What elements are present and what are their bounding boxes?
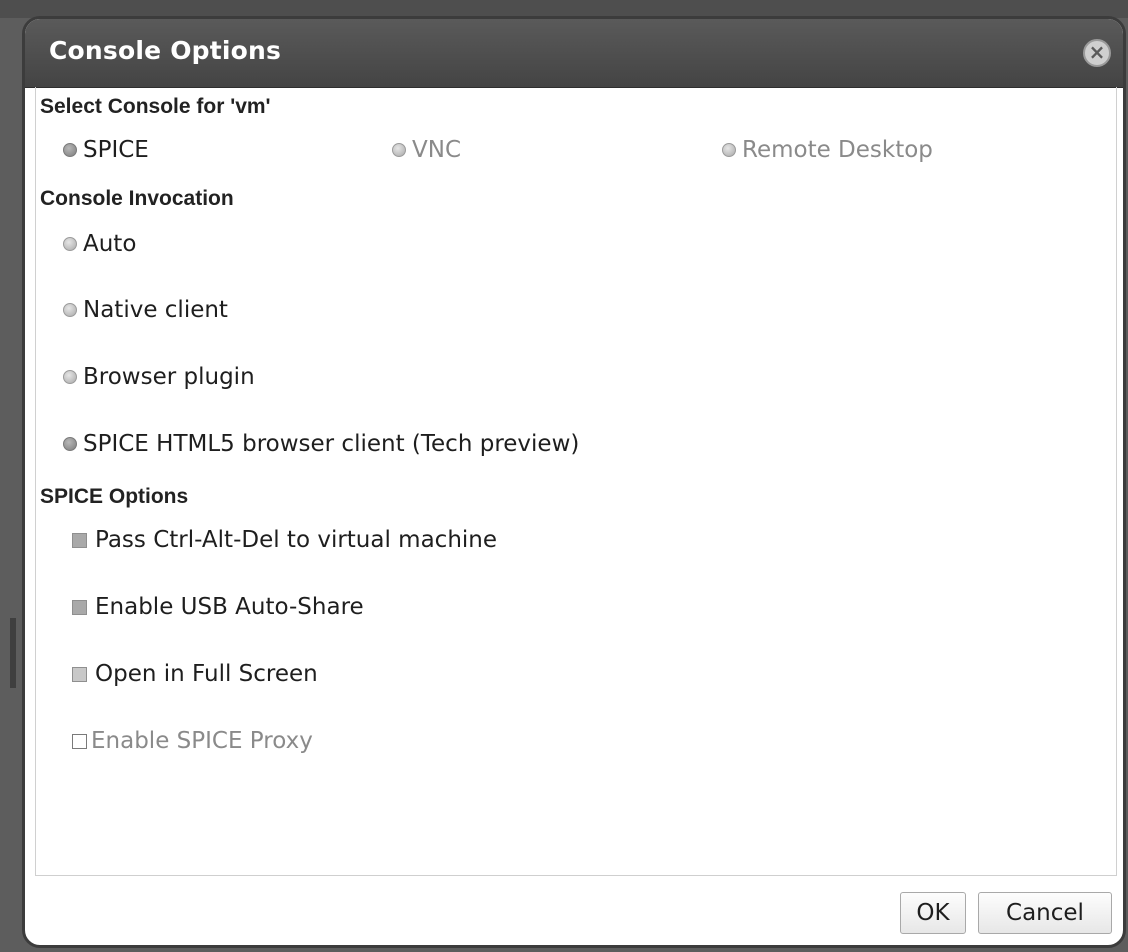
radio-invocation-browser-plugin[interactable]: Browser plugin bbox=[63, 364, 255, 390]
checkbox-enable-usb-auto-share[interactable]: Enable USB Auto-Share bbox=[72, 594, 364, 620]
close-icon[interactable]: × bbox=[1083, 39, 1111, 67]
radio-label: VNC bbox=[412, 137, 461, 163]
select-console-label: Select Console for 'vm' bbox=[40, 95, 271, 118]
radio-invocation-html5[interactable]: SPICE HTML5 browser client (Tech preview… bbox=[63, 431, 579, 457]
radio-console-remote-desktop[interactable]: Remote Desktop bbox=[722, 137, 933, 163]
radio-label: SPICE bbox=[83, 137, 149, 163]
radio-button[interactable] bbox=[63, 237, 77, 251]
radio-button[interactable] bbox=[63, 143, 77, 157]
checkbox[interactable] bbox=[72, 666, 87, 682]
dialog-body: Select Console for 'vm' SPICE VNC Remote… bbox=[35, 87, 1117, 876]
radio-invocation-auto[interactable]: Auto bbox=[63, 231, 136, 257]
checkbox-label: Enable SPICE Proxy bbox=[91, 728, 313, 754]
checkbox-enable-spice-proxy[interactable]: Enable SPICE Proxy bbox=[72, 728, 313, 754]
checkbox-label: Enable USB Auto-Share bbox=[95, 594, 364, 620]
checkbox[interactable] bbox=[72, 532, 87, 548]
console-options-dialog: Console Options × Select Console for 'vm… bbox=[22, 16, 1126, 948]
radio-button[interactable] bbox=[63, 303, 77, 317]
radio-label: SPICE HTML5 browser client (Tech preview… bbox=[83, 431, 580, 457]
radio-console-spice[interactable]: SPICE bbox=[63, 137, 149, 163]
radio-label: Auto bbox=[83, 231, 137, 257]
checkbox[interactable] bbox=[72, 599, 87, 615]
dialog-titlebar: Console Options × bbox=[25, 19, 1123, 88]
radio-label: Browser plugin bbox=[83, 364, 255, 390]
radio-button[interactable] bbox=[63, 437, 77, 451]
checkbox-open-full-screen[interactable]: Open in Full Screen bbox=[72, 661, 318, 687]
checkbox-label: Pass Ctrl-Alt-Del to virtual machine bbox=[95, 527, 498, 553]
radio-console-vnc[interactable]: VNC bbox=[392, 137, 461, 163]
cancel-button[interactable]: Cancel bbox=[978, 892, 1112, 934]
spice-options-label: SPICE Options bbox=[40, 485, 189, 508]
checkbox-label: Open in Full Screen bbox=[95, 661, 318, 687]
radio-invocation-native-client[interactable]: Native client bbox=[63, 297, 228, 323]
console-invocation-label: Console Invocation bbox=[40, 187, 234, 210]
ok-button[interactable]: OK bbox=[900, 892, 966, 934]
radio-button[interactable] bbox=[722, 143, 736, 157]
radio-button[interactable] bbox=[392, 143, 406, 157]
radio-button[interactable] bbox=[63, 370, 77, 384]
checkbox-pass-ctrl-alt-del[interactable]: Pass Ctrl-Alt-Del to virtual machine bbox=[72, 527, 497, 553]
radio-label: Remote Desktop bbox=[742, 137, 933, 163]
dialog-title: Console Options bbox=[49, 36, 282, 65]
splitter-handle bbox=[10, 618, 16, 688]
radio-label: Native client bbox=[83, 297, 228, 323]
checkbox[interactable] bbox=[72, 733, 87, 749]
